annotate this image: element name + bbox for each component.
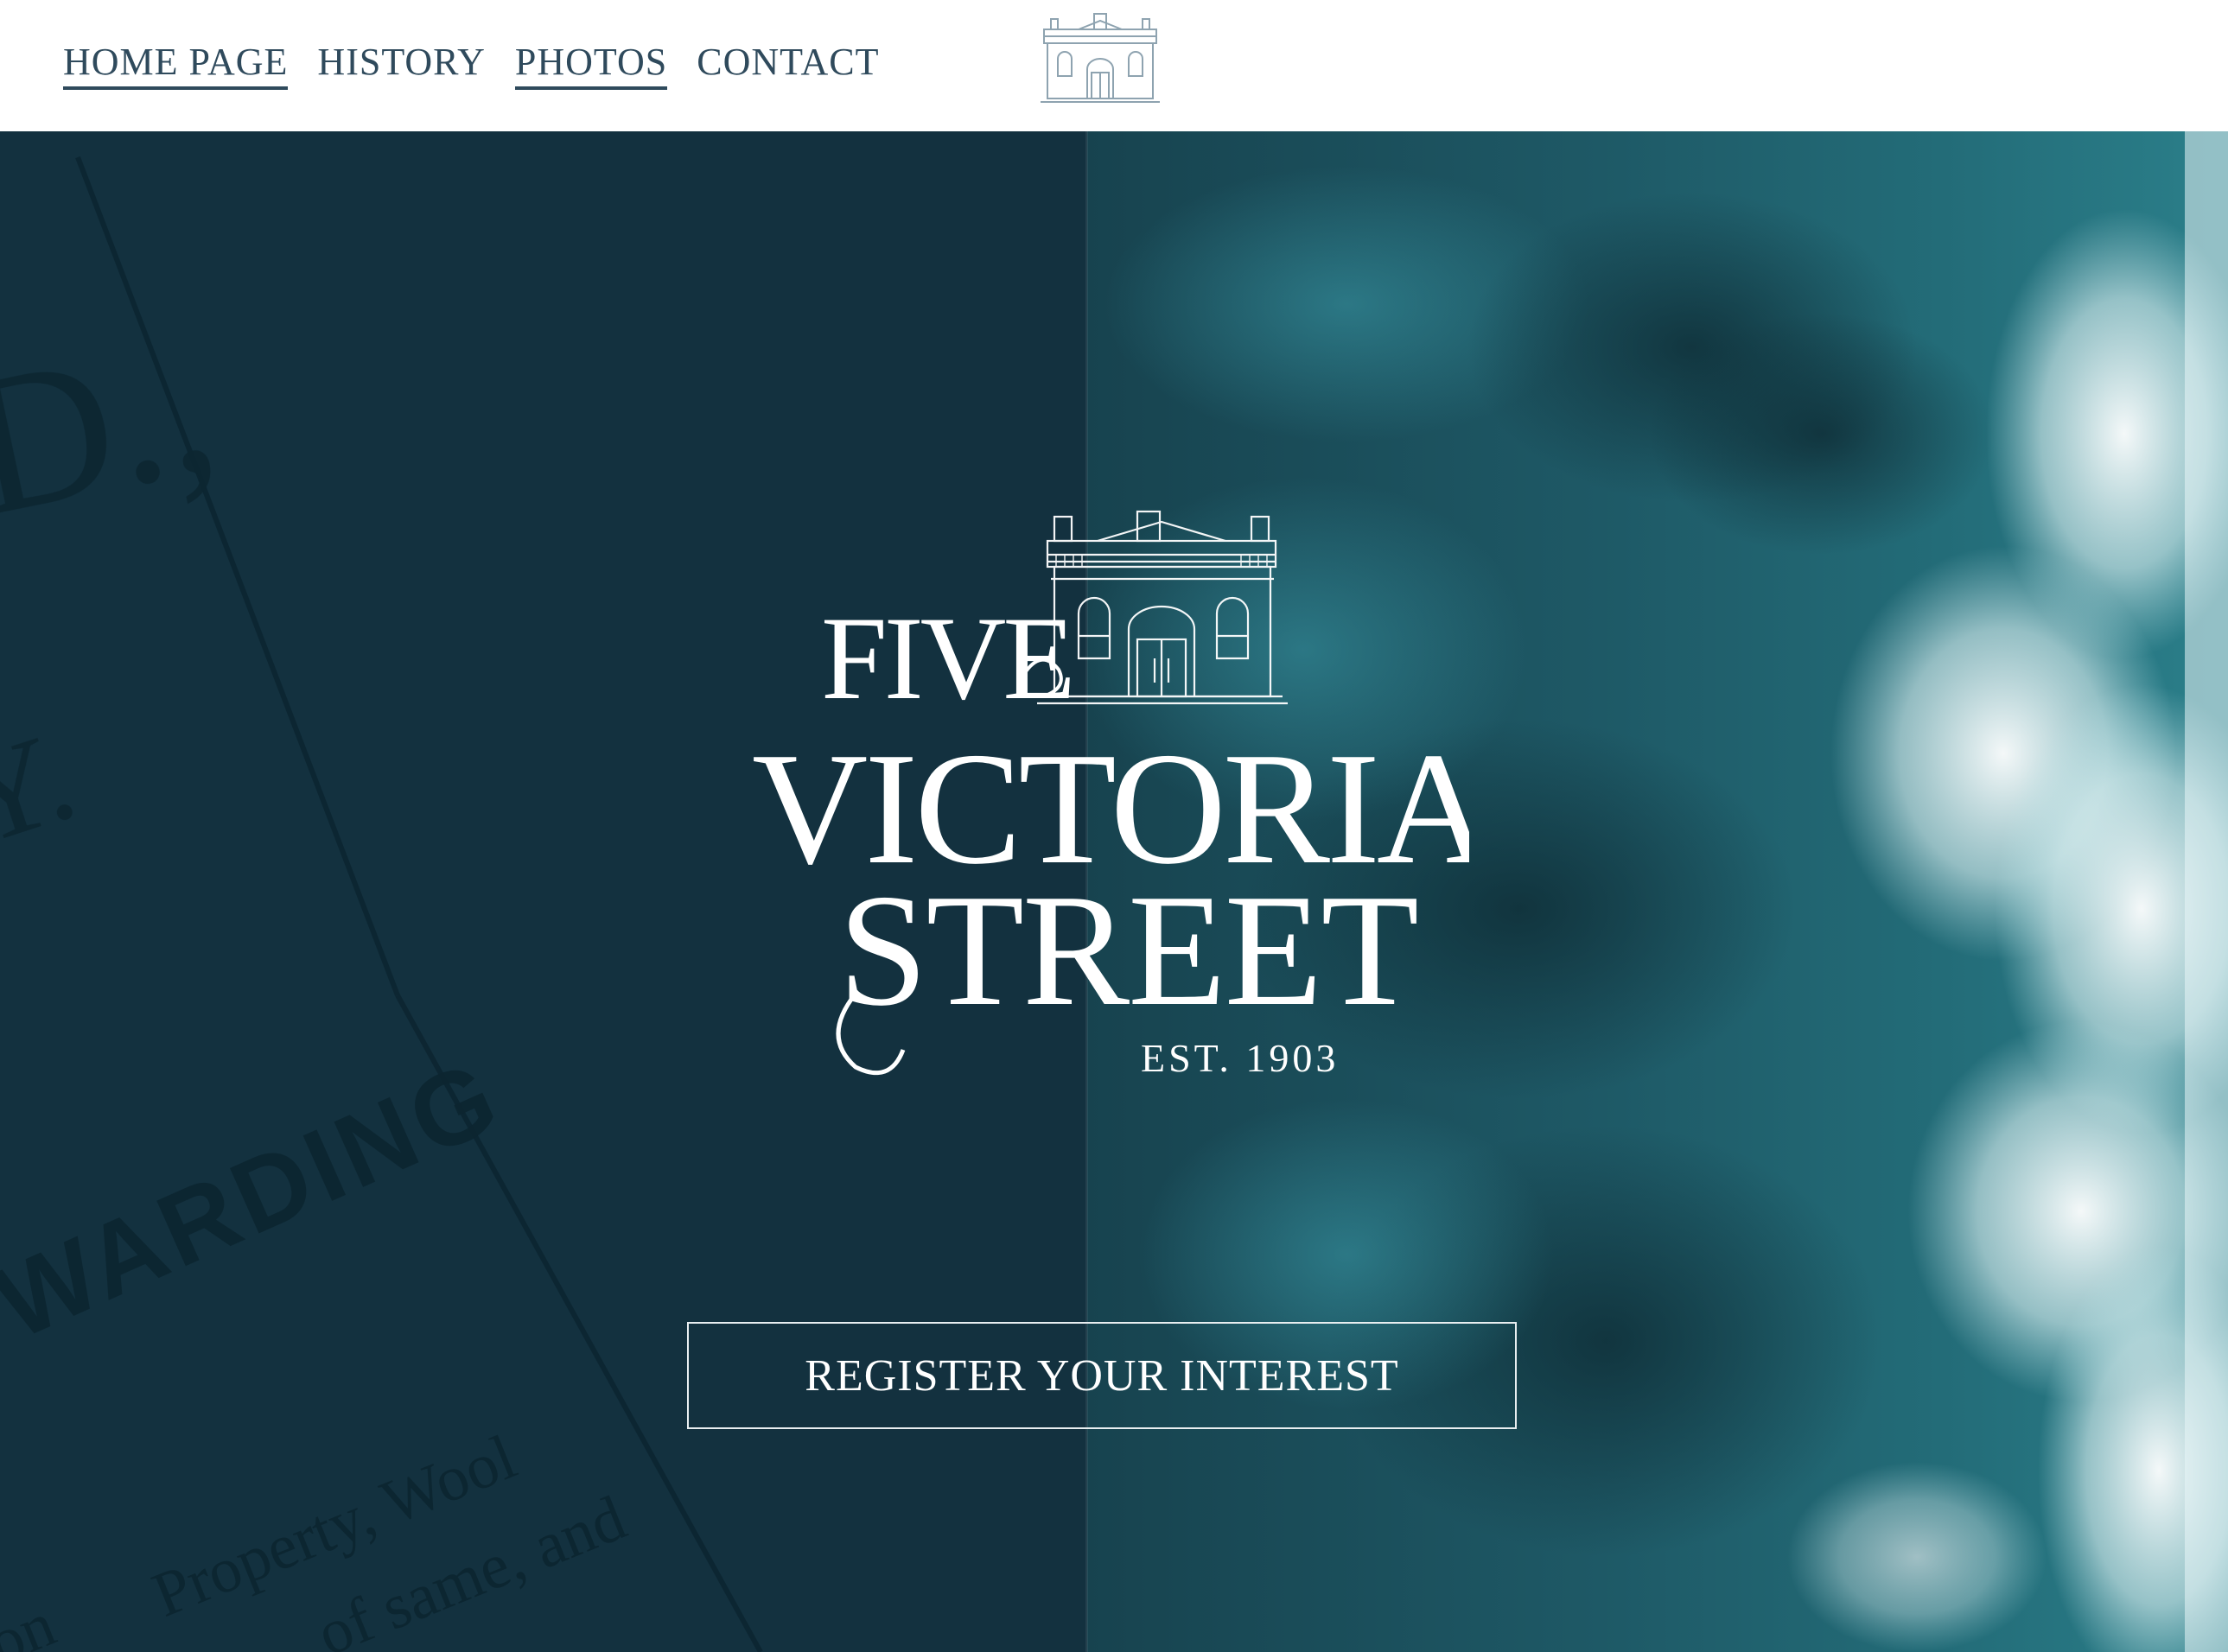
logo-established: EST. 1903 [1141,1036,1339,1080]
nav-contact[interactable]: CONTACT [697,41,879,90]
bg-fragment-top: D., [0,292,232,558]
nav-photos[interactable]: PHOTOS [514,41,668,90]
hero-building-icon [1037,510,1288,705]
hero-section: D., Y. WARDING Property, Wool of same, a… [0,131,2228,1652]
logo-line-five: FIVE [821,592,1073,724]
bg-large-word: WARDING [0,1037,518,1361]
bg-fragment-mid: Y. [0,703,91,874]
site-header: HOME PAGE HISTORY PHOTOS CONTACT [0,0,2228,131]
header-building-icon[interactable] [1035,10,1165,105]
logo-line-street: STREET [838,861,1417,1039]
five-victoria-street-logo: FIVE VICTORIA STREET EST. 1903 [752,510,1469,1080]
nav-home-page[interactable]: HOME PAGE [63,41,289,90]
register-interest-button[interactable]: REGISTER YOUR INTEREST [687,1322,1517,1429]
main-nav: HOME PAGE HISTORY PHOTOS CONTACT [63,41,880,90]
bg-line-3: on [0,1589,65,1652]
nav-history[interactable]: HISTORY [317,41,485,90]
